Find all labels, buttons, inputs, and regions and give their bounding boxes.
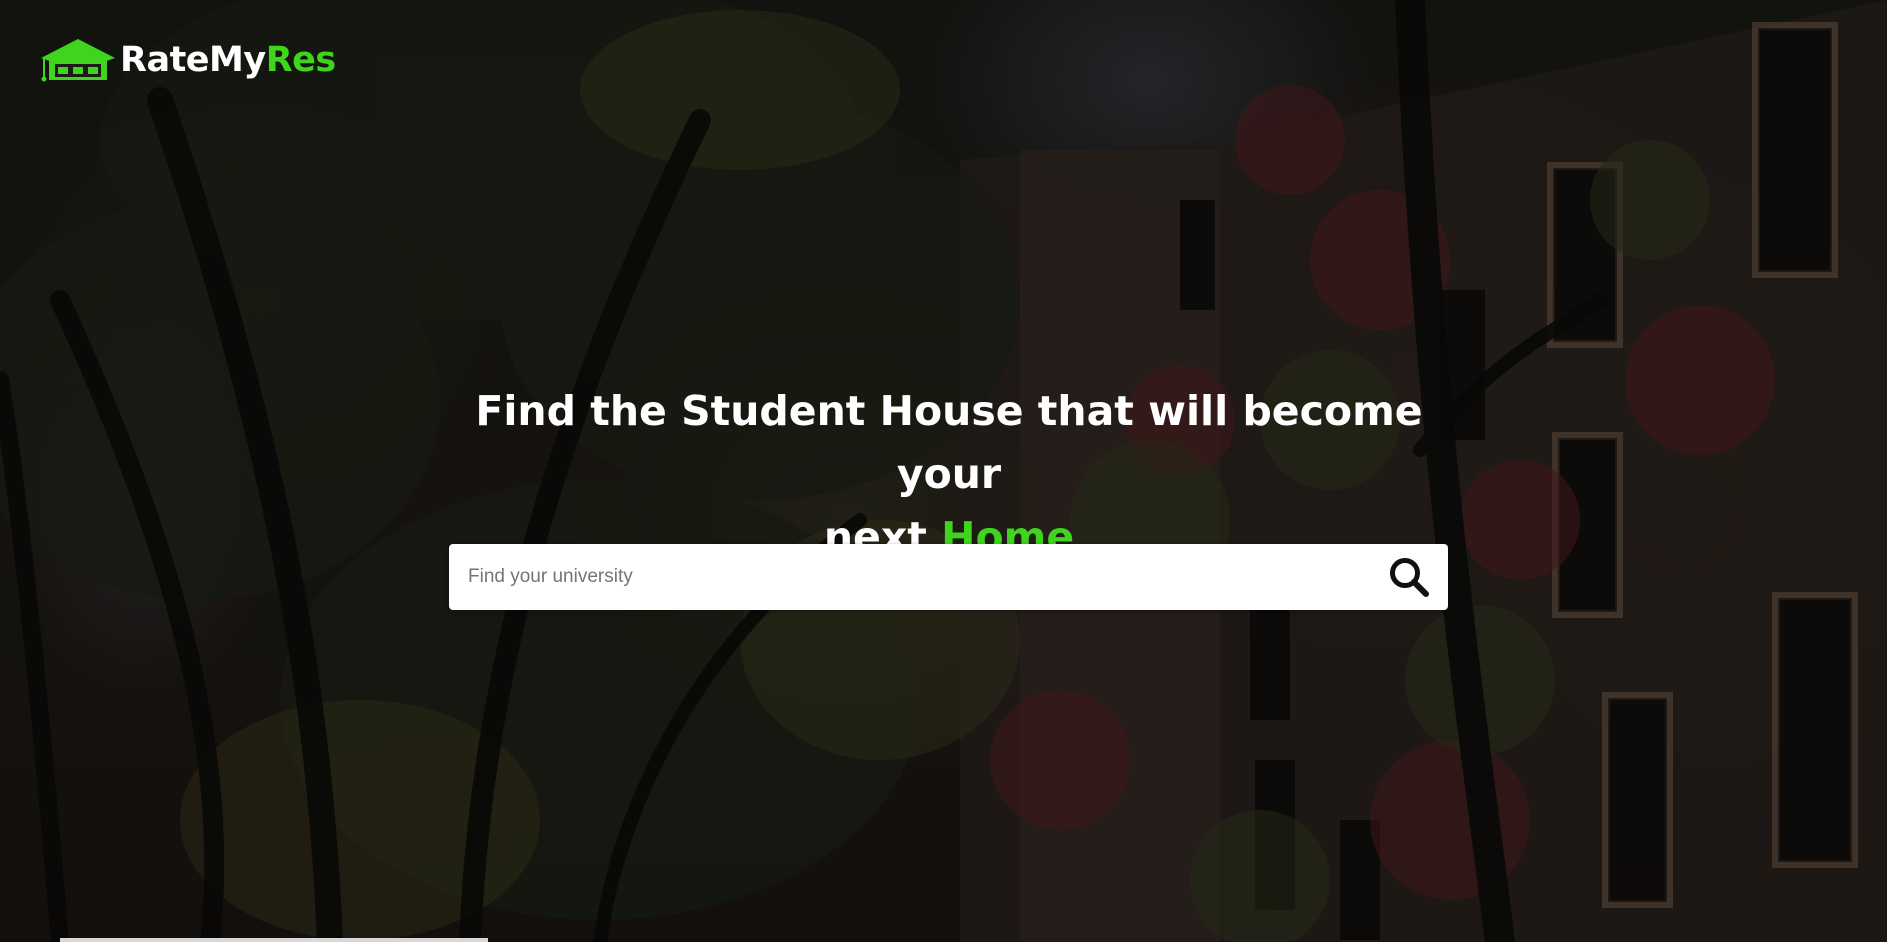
brand-name-main: RateMy bbox=[120, 40, 266, 80]
house-graduation-cap-icon bbox=[41, 39, 115, 82]
brand-name-accent: Res bbox=[265, 40, 337, 80]
university-search-bar bbox=[449, 544, 1448, 610]
search-icon bbox=[1390, 558, 1429, 597]
search-button[interactable] bbox=[1376, 544, 1442, 610]
university-search-input[interactable] bbox=[449, 545, 1376, 609]
brand-name: RateMyRes bbox=[120, 36, 336, 84]
brand-logo[interactable]: RateMyRes bbox=[38, 36, 336, 84]
hero-headline: Find the Student House that will become … bbox=[443, 380, 1455, 569]
headline-line1: Find the Student House that will become … bbox=[475, 387, 1423, 498]
hero-section: RateMyRes Find the Student House that wi… bbox=[0, 0, 1887, 942]
scroll-indicator bbox=[60, 938, 488, 942]
